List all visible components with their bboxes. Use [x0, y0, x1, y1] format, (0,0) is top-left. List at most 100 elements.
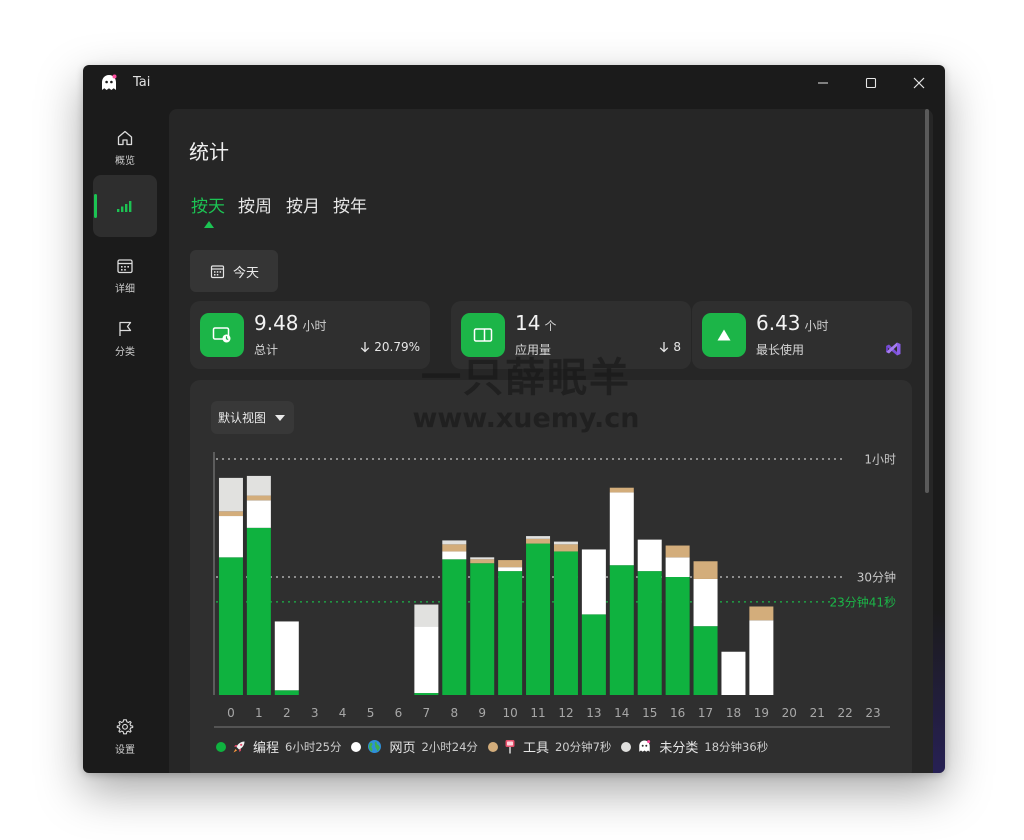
- minimize-icon: [818, 82, 828, 84]
- active-tab-indicator: [204, 221, 214, 228]
- tab-month[interactable]: 按月: [286, 192, 320, 217]
- bar-segment: [665, 557, 690, 577]
- x-tick-label: 13: [586, 706, 601, 720]
- x-tick-label: 8: [450, 706, 458, 720]
- x-tick-label: 16: [670, 706, 685, 720]
- triangle-up-icon: [702, 313, 746, 357]
- bar-segment: [637, 539, 662, 572]
- x-tick-label: 12: [558, 706, 573, 720]
- x-tick-label: 14: [614, 706, 629, 720]
- tab-day[interactable]: 按天: [191, 192, 225, 217]
- x-tick-label: 17: [698, 706, 713, 720]
- reference-line-label: 23分钟41秒: [829, 594, 896, 609]
- bar-segment: [218, 557, 243, 695]
- date-picker-button[interactable]: 今天: [190, 250, 278, 292]
- bar-segment: [693, 578, 718, 627]
- app-window-icon: [461, 313, 505, 357]
- pin-icon: [505, 740, 515, 754]
- bar-segment: [749, 606, 774, 621]
- stat-card-total[interactable]: 9.48 小时 总计 20.79%: [190, 301, 430, 369]
- top-app: [884, 340, 902, 358]
- minimize-button[interactable]: [799, 65, 847, 101]
- settings-label: 设置: [115, 745, 135, 756]
- bar-segment: [553, 551, 578, 695]
- legend-swatch: [621, 741, 632, 752]
- monitor-clock-icon: [200, 313, 244, 357]
- legend-duration: 18分钟36秒: [704, 739, 769, 754]
- sidebar-item-settings[interactable]: 设置: [93, 706, 157, 768]
- active-indicator: [94, 194, 97, 218]
- bar-segment: [246, 475, 271, 496]
- bar-segment: [442, 551, 467, 560]
- reference-line-label: 1小时: [864, 453, 896, 467]
- legend-item-coding[interactable]: 编程 6小时25分: [216, 737, 341, 756]
- x-tick-label: 22: [837, 706, 852, 720]
- stat-unit: 个: [544, 319, 557, 333]
- calendar-icon: [210, 264, 225, 278]
- stat-value: 14 个: [515, 311, 557, 335]
- x-tick-label: 3: [311, 706, 319, 720]
- tab-week[interactable]: 按周: [238, 192, 272, 217]
- gear-icon: [116, 719, 134, 735]
- maximize-icon: [865, 77, 877, 89]
- bar-segment: [553, 541, 578, 545]
- bar-segment: [637, 571, 662, 695]
- x-tick-label: 11: [530, 706, 545, 720]
- bar-segment: [442, 559, 467, 695]
- x-tick-label: 19: [754, 706, 769, 720]
- bar-segment: [749, 620, 774, 695]
- stat-value: 9.48 小时: [254, 311, 327, 335]
- bar-segment: [526, 543, 551, 695]
- rocket-icon: [233, 741, 245, 752]
- bar-segment: [609, 492, 634, 566]
- bar-segment: [414, 604, 439, 627]
- app-window: Tai 概览 详细 分类 设置 统计 按天 按周 按月 按年 今天 9.48 小…: [83, 65, 945, 773]
- arrow-down-icon: [360, 342, 370, 353]
- stat-card-longest-use[interactable]: 6.43 小时 最长使用: [692, 301, 912, 369]
- sidebar-item-statistics[interactable]: [93, 175, 157, 237]
- vertical-scrollbar[interactable]: [924, 109, 930, 773]
- legend-item-tools[interactable]: 工具 20分钟7秒: [487, 737, 611, 756]
- calendar-grid-icon: [117, 259, 133, 274]
- bar-segment: [414, 626, 439, 694]
- sidebar-item-overview[interactable]: 概览: [93, 117, 157, 179]
- ghost-icon: [639, 740, 651, 752]
- bar-segment: [665, 577, 690, 695]
- bar-segment: [274, 690, 299, 695]
- bar-segment: [609, 487, 634, 493]
- bar-segment: [693, 626, 718, 695]
- stat-card-app-count[interactable]: 14 个 应用量 8: [451, 301, 691, 369]
- bar-segment: [553, 544, 578, 552]
- bar-segment: [693, 561, 718, 579]
- x-tick-label: 15: [642, 706, 657, 720]
- legend-swatch: [487, 741, 498, 752]
- stat-label: 最长使用: [756, 343, 805, 357]
- bar-segment: [581, 549, 606, 615]
- sidebar-item-categories[interactable]: 分类: [93, 308, 157, 370]
- scrollbar-thumb[interactable]: [925, 109, 929, 493]
- legend-item-web[interactable]: 网页 2小时24分: [351, 737, 478, 756]
- title-bar[interactable]: Tai: [83, 65, 945, 101]
- stat-label: 总计: [254, 343, 279, 357]
- legend-name: 网页: [389, 741, 416, 756]
- bar-segment: [218, 477, 243, 512]
- legend-item-uncategorized[interactable]: 未分类 18分钟36秒: [621, 737, 768, 756]
- bar-segment: [721, 651, 746, 695]
- maximize-button[interactable]: [847, 65, 895, 101]
- bar-segment: [442, 540, 467, 545]
- chart-legend: 编程 6小时25分 网页 2小时24分 工具 20分钟7秒 未分类 18分钟36…: [216, 737, 778, 756]
- legend-name: 未分类: [659, 741, 699, 756]
- sidebar-item-details[interactable]: 详细: [93, 245, 157, 307]
- window-title: Tai: [133, 75, 151, 90]
- bar-segment: [274, 621, 299, 691]
- close-button[interactable]: [895, 65, 943, 101]
- x-tick-label: 10: [502, 706, 517, 720]
- visual-studio-icon: [886, 342, 901, 356]
- tab-year[interactable]: 按年: [333, 192, 367, 217]
- x-tick-label: 6: [395, 706, 403, 720]
- bar-segment: [665, 545, 690, 558]
- stat-unit: 小时: [804, 319, 829, 333]
- hourly-usage-chart: 1小时30分钟23分钟41秒0 1 2 3 4 5 6 7 8 9 10 11 12 13 14 15 16 17…: [213, 452, 896, 728]
- reference-line-label: 30分钟: [857, 570, 896, 585]
- bar-segment: [218, 511, 243, 517]
